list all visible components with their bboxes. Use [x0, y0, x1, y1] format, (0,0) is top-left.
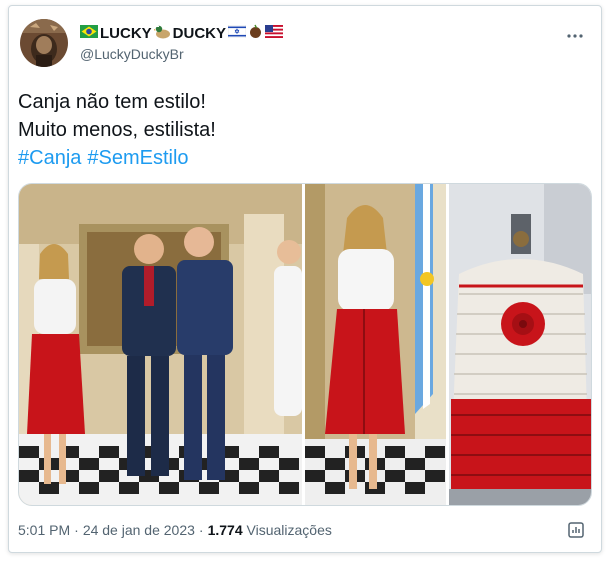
media-grid — [18, 183, 592, 506]
display-name-part-2: DUCKY — [172, 25, 227, 42]
hashtags: #Canja #SemEstilo — [18, 144, 216, 172]
duck-emoji-icon — [152, 24, 171, 43]
analytics-icon[interactable] — [566, 520, 586, 540]
flag-brazil-icon — [80, 25, 98, 42]
author-handle[interactable]: @LuckyDuckyBr — [80, 46, 184, 62]
tweet-time[interactable]: 5:01 PM — [18, 522, 70, 538]
tweet-card: LUCKY DUCKY @LuckyDuckyBr Canja não tem … — [8, 5, 602, 553]
flag-israel-icon — [227, 24, 247, 42]
hashtag-semestilo[interactable]: #SemEstilo — [87, 147, 188, 169]
tweet-line-2: Muito menos, estilista! — [18, 119, 216, 141]
separator-dot: · — [198, 522, 204, 538]
tweet-meta: 5:01 PM · 24 de jan de 2023 · 1.774 Visualiz… — [18, 522, 332, 538]
tweet-line-1: Canja não tem estilo! — [18, 91, 206, 113]
photo-meeting-group[interactable] — [19, 184, 302, 505]
tweet-date[interactable]: 24 de jan de 2023 — [83, 522, 195, 538]
coconut-emoji-icon — [248, 24, 263, 43]
photo-crochet-gas-cylinder-cover[interactable] — [449, 184, 591, 505]
display-name-part-1: LUCKY — [100, 25, 152, 42]
display-name[interactable]: LUCKY DUCKY — [80, 24, 284, 43]
hashtag-canja[interactable]: #Canja — [18, 147, 81, 169]
views-count: 1.774 — [207, 522, 243, 538]
separator-dot: · — [74, 522, 79, 538]
avatar[interactable] — [20, 19, 68, 67]
flag-usa-icon — [265, 25, 284, 42]
photo-woman-red-skirt[interactable] — [305, 184, 446, 505]
tweet-text: Canja não tem estilo! Muito menos, estil… — [18, 88, 216, 172]
more-options-icon[interactable] — [565, 26, 585, 46]
views-label: Visualizações — [246, 522, 332, 538]
